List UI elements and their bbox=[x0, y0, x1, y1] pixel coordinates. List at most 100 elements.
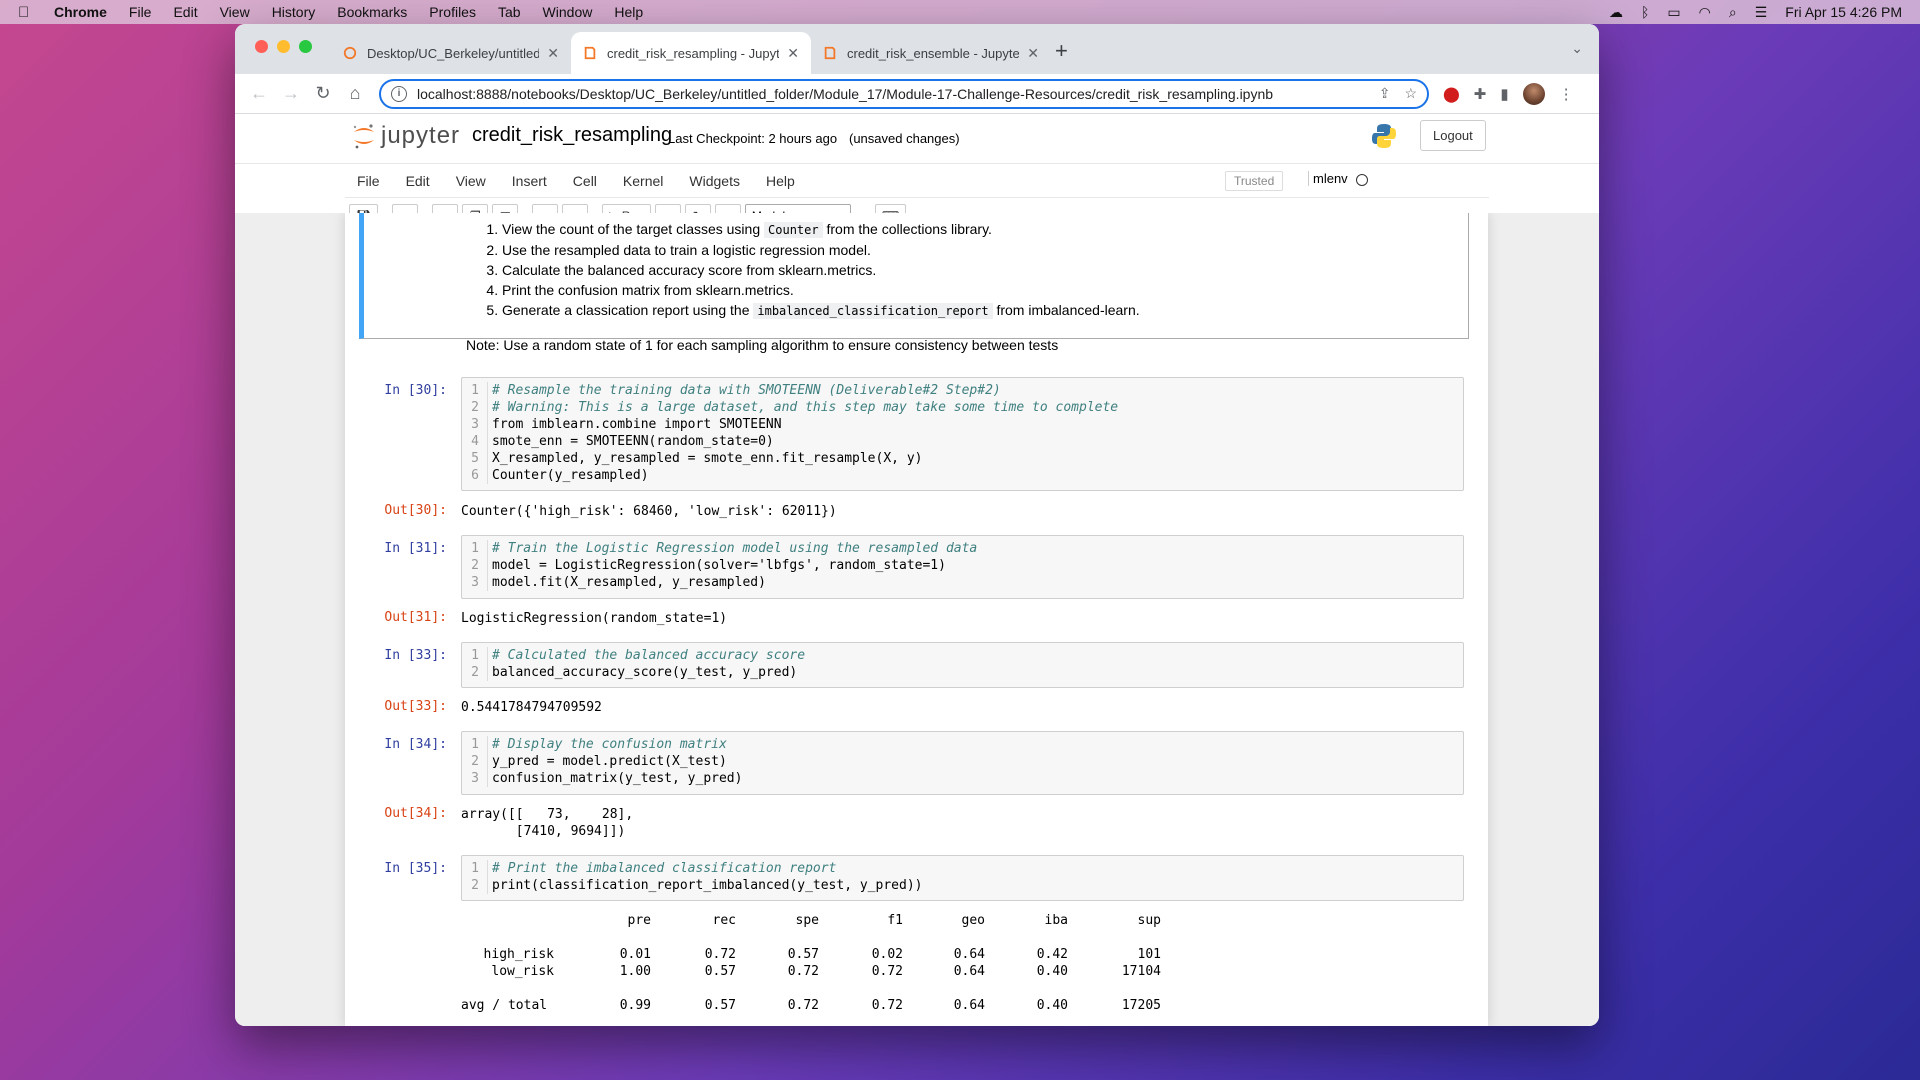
code-cell[interactable]: 1 # Train the Logistic Regression model u… bbox=[461, 535, 1464, 599]
bluetooth-icon[interactable]: ᛒ bbox=[1641, 4, 1649, 20]
menu-app[interactable]: Chrome bbox=[54, 4, 107, 20]
jupyter-logo[interactable]: jupyter bbox=[351, 122, 460, 150]
report-header: sup bbox=[1137, 913, 1161, 928]
jupyter-menu-file[interactable]: File bbox=[357, 173, 380, 189]
jupyter-menu-view[interactable]: View bbox=[456, 173, 486, 189]
chevron-down-icon[interactable]: ⌄ bbox=[1571, 40, 1583, 57]
logout-button[interactable]: Logout bbox=[1420, 120, 1486, 151]
report-row: high_risk 0.01 0.72 0.57 0.02 0.64 0.42 … bbox=[483, 947, 1161, 962]
list-item: Calculate the balanced accuracy score fr… bbox=[502, 260, 1140, 280]
inline-code: imbalanced_classification_report bbox=[753, 303, 993, 319]
menu-window[interactable]: Window bbox=[543, 4, 593, 20]
cloud-icon[interactable]: ☁ bbox=[1609, 4, 1623, 21]
output-prompt: Out[31]: bbox=[384, 610, 447, 625]
clock[interactable]: Fri Apr 15 4:26 PM bbox=[1785, 4, 1902, 20]
report-header-row: pre rec spe f1 geo iba sup bbox=[461, 913, 1181, 930]
battery-icon[interactable]: ▭ bbox=[1667, 4, 1680, 21]
tab-title: credit_risk_resampling - Jupyter bbox=[607, 45, 780, 61]
close-tab-icon[interactable]: ✕ bbox=[787, 45, 799, 62]
url-text[interactable]: localhost:8888/notebooks/Desktop/UC_Berk… bbox=[417, 86, 1365, 102]
menu-view[interactable]: View bbox=[220, 4, 250, 20]
jupyter-menu-insert[interactable]: Insert bbox=[512, 173, 547, 189]
jupyter-menubar: File Edit View Insert Cell Kernel Widget… bbox=[345, 164, 1489, 198]
code-cell[interactable]: 1 # Resample the training data with SMOTE… bbox=[461, 377, 1464, 491]
list-item: Generate a classication report using the… bbox=[502, 300, 1140, 321]
inline-code: Counter bbox=[764, 222, 823, 238]
trusted-indicator[interactable]: Trusted bbox=[1225, 171, 1284, 191]
opera-extension-icon[interactable]: ⬤ bbox=[1443, 85, 1460, 103]
input-prompt: In [30]: bbox=[384, 383, 447, 398]
code-cell[interactable]: 1 # Display the confusion matrix 2 y_pred … bbox=[461, 731, 1464, 795]
share-icon[interactable]: ⇪ bbox=[1379, 85, 1391, 102]
tab-strip: Desktop/UC_Berkeley/untitled_ ✕ credit_r… bbox=[235, 24, 1599, 74]
jupyter-logo-text: jupyter bbox=[381, 122, 461, 149]
classification-report: pre rec spe f1 geo iba sup high_risk 0.0… bbox=[461, 913, 1181, 1015]
wifi-icon[interactable]: ◠ bbox=[1699, 4, 1711, 21]
jupyter-menu-edit[interactable]: Edit bbox=[406, 173, 430, 189]
report-header: rec bbox=[712, 913, 736, 928]
menu-help[interactable]: Help bbox=[614, 4, 643, 20]
close-window-button[interactable] bbox=[255, 40, 268, 53]
report-header: pre bbox=[627, 913, 651, 928]
menu-history[interactable]: History bbox=[272, 4, 316, 20]
search-icon[interactable]: ⌕ bbox=[1729, 4, 1737, 21]
apple-icon[interactable]:  bbox=[18, 4, 40, 21]
macos-menubar:  Chrome File Edit View History Bookmark… bbox=[0, 0, 1920, 24]
control-center-icon[interactable]: ☰ bbox=[1755, 4, 1768, 21]
code-cell[interactable]: 1 # Calculated the balanced accuracy scor… bbox=[461, 642, 1464, 688]
notebook-area: View the count of the target classes usi… bbox=[235, 213, 1599, 1026]
jupyter-favicon-icon bbox=[343, 46, 357, 60]
report-header: f1 bbox=[887, 913, 903, 928]
reload-icon[interactable]: ↻ bbox=[307, 83, 339, 104]
profile-avatar[interactable] bbox=[1522, 82, 1545, 105]
input-prompt: In [35]: bbox=[384, 861, 447, 876]
input-prompt: In [31]: bbox=[384, 541, 447, 556]
notebook-favicon-icon bbox=[824, 46, 836, 60]
tab-credit-risk-ensemble[interactable]: credit_risk_ensemble - Jupyter ✕ bbox=[811, 32, 1051, 74]
menu-tab[interactable]: Tab bbox=[498, 4, 521, 20]
list-item: Print the confusion matrix from sklearn.… bbox=[502, 280, 1140, 300]
notebook-page: View the count of the target classes usi… bbox=[345, 213, 1488, 1026]
tab-credit-risk-resampling[interactable]: credit_risk_resampling - Jupyter ✕ bbox=[571, 32, 811, 74]
unsaved-status: (unsaved changes) bbox=[849, 131, 960, 146]
cell-output: Counter({'high_risk': 68460, 'low_risk':… bbox=[461, 504, 837, 519]
close-tab-icon[interactable]: ✕ bbox=[1027, 45, 1039, 62]
bookmark-star-icon[interactable]: ☆ bbox=[1404, 85, 1417, 102]
list-item: Use the resampled data to train a logist… bbox=[502, 240, 1140, 260]
extensions-icon[interactable]: ✚ bbox=[1474, 85, 1487, 103]
kernel-name: mlenv bbox=[1308, 171, 1348, 186]
minimize-window-button[interactable] bbox=[277, 40, 290, 53]
tab-desktop[interactable]: Desktop/UC_Berkeley/untitled_ ✕ bbox=[331, 32, 571, 74]
cell-output: LogisticRegression(random_state=1) bbox=[461, 611, 728, 626]
menu-profiles[interactable]: Profiles bbox=[429, 4, 476, 20]
notebook-name[interactable]: credit_risk_resampling bbox=[472, 124, 672, 147]
info-icon[interactable]: i bbox=[391, 85, 407, 102]
report-row: avg / total 0.99 0.57 0.72 0.72 0.64 0.4… bbox=[461, 998, 1161, 1013]
code-cell[interactable]: 1 # Print the imbalanced classification r… bbox=[461, 855, 1464, 901]
new-tab-icon[interactable]: + bbox=[1055, 38, 1068, 64]
jupyter-menu-help[interactable]: Help bbox=[766, 173, 795, 189]
back-icon[interactable]: ← bbox=[243, 83, 275, 104]
report-row: low_risk 1.00 0.57 0.72 0.72 0.64 0.40 1… bbox=[491, 964, 1161, 979]
zoom-window-button[interactable] bbox=[299, 40, 312, 53]
report-header: iba bbox=[1044, 913, 1068, 928]
menu-bookmarks[interactable]: Bookmarks bbox=[337, 4, 407, 20]
window-controls bbox=[255, 40, 312, 53]
address-bar[interactable]: i localhost:8888/notebooks/Desktop/UC_Be… bbox=[379, 78, 1429, 109]
kernel-idle-icon bbox=[1356, 174, 1368, 186]
report-header: geo bbox=[961, 913, 985, 928]
markdown-cell[interactable]: View the count of the target classes usi… bbox=[359, 213, 1469, 353]
menu-file[interactable]: File bbox=[129, 4, 152, 20]
home-icon[interactable]: ⌂ bbox=[339, 83, 371, 104]
tab-title: Desktop/UC_Berkeley/untitled_ bbox=[367, 45, 540, 61]
browser-toolbar: ← → ↻ ⌂ i localhost:8888/notebooks/Deskt… bbox=[235, 74, 1599, 114]
jupyter-menu-widgets[interactable]: Widgets bbox=[689, 173, 740, 189]
notebook-favicon-icon bbox=[584, 46, 596, 60]
menu-edit[interactable]: Edit bbox=[173, 4, 197, 20]
sidebar-icon[interactable]: ▮ bbox=[1500, 85, 1508, 103]
close-tab-icon[interactable]: ✕ bbox=[547, 45, 559, 62]
jupyter-menu-kernel[interactable]: Kernel bbox=[623, 173, 663, 189]
more-menu-icon[interactable]: ⋮ bbox=[1559, 85, 1574, 103]
forward-icon[interactable]: → bbox=[275, 83, 307, 104]
jupyter-menu-cell[interactable]: Cell bbox=[573, 173, 597, 189]
